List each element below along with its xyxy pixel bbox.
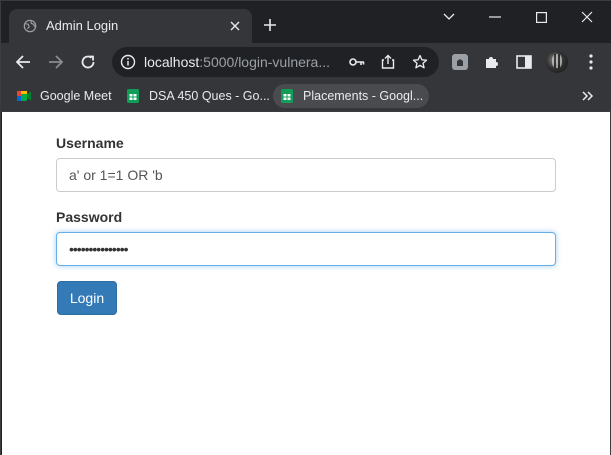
url-host: localhost bbox=[144, 54, 200, 70]
bookmark-label: DSA 450 Ques - Go... bbox=[149, 89, 270, 103]
minimize-icon bbox=[489, 16, 501, 18]
share-icon[interactable] bbox=[379, 53, 397, 71]
extension-icon[interactable] bbox=[451, 53, 469, 71]
page-content: Username a' or 1=1 OR 'b Password ••••••… bbox=[2, 112, 610, 455]
arrow-left-icon bbox=[15, 55, 30, 69]
google-meet-icon bbox=[17, 91, 31, 101]
bookmark-dsa-450[interactable]: DSA 450 Ques - Go... bbox=[119, 84, 276, 108]
tab-admin-login[interactable]: Admin Login bbox=[9, 9, 252, 43]
url-text[interactable]: localhost:5000/login-vulnera... bbox=[144, 54, 329, 70]
close-window-button[interactable] bbox=[565, 5, 609, 29]
bookmark-placements[interactable]: Placements - Googl... bbox=[273, 84, 430, 108]
info-icon[interactable] bbox=[120, 54, 136, 70]
tab-strip: Admin Login bbox=[1, 1, 611, 43]
google-sheets-icon bbox=[127, 89, 139, 103]
username-value: a' or 1=1 OR 'b bbox=[69, 167, 163, 183]
back-button[interactable] bbox=[11, 50, 35, 74]
minimize-button[interactable] bbox=[473, 5, 517, 29]
close-tab-icon[interactable] bbox=[226, 17, 244, 35]
password-input[interactable]: ••••••••••••••• bbox=[56, 232, 556, 266]
browser-toolbar: localhost:5000/login-vulnera... bbox=[1, 43, 611, 81]
close-icon bbox=[581, 11, 593, 23]
side-panel-icon[interactable] bbox=[515, 53, 533, 71]
bookmarks-bar: Google Meet DSA 450 Ques - Go... Placeme… bbox=[1, 81, 611, 112]
username-label: Username bbox=[56, 135, 124, 151]
chevron-down-icon bbox=[443, 13, 455, 20]
globe-icon bbox=[23, 19, 37, 33]
reload-button[interactable] bbox=[76, 50, 100, 74]
username-input[interactable]: a' or 1=1 OR 'b bbox=[56, 158, 556, 192]
key-icon[interactable] bbox=[348, 53, 366, 71]
password-label: Password bbox=[56, 209, 123, 225]
more-bookmarks-icon[interactable] bbox=[579, 87, 597, 105]
star-icon[interactable] bbox=[411, 53, 429, 71]
puzzle-icon[interactable] bbox=[483, 53, 501, 71]
browser-window: Admin Login localhost:5000/login-vulnera… bbox=[0, 0, 611, 455]
google-sheets-icon bbox=[281, 89, 293, 103]
tab-title: Admin Login bbox=[46, 18, 119, 33]
login-button[interactable]: Login bbox=[57, 281, 117, 315]
bookmark-label: Placements - Googl... bbox=[303, 89, 424, 103]
bookmark-google-meet[interactable]: Google Meet bbox=[10, 84, 118, 108]
url-path: :5000/login-vulnera... bbox=[199, 54, 329, 70]
menu-icon[interactable] bbox=[581, 52, 601, 72]
password-value: ••••••••••••••• bbox=[69, 241, 129, 257]
profile-avatar[interactable] bbox=[546, 51, 568, 73]
forward-button[interactable] bbox=[44, 50, 68, 74]
reload-icon bbox=[81, 55, 95, 69]
new-tab-button[interactable] bbox=[260, 15, 280, 35]
plus-icon bbox=[264, 19, 276, 31]
maximize-button[interactable] bbox=[519, 5, 563, 29]
tab-search-button[interactable] bbox=[427, 5, 471, 29]
bookmark-label: Google Meet bbox=[40, 89, 112, 103]
address-bar[interactable]: localhost:5000/login-vulnera... bbox=[112, 47, 439, 77]
maximize-icon bbox=[535, 11, 547, 23]
arrow-right-icon bbox=[49, 55, 64, 69]
